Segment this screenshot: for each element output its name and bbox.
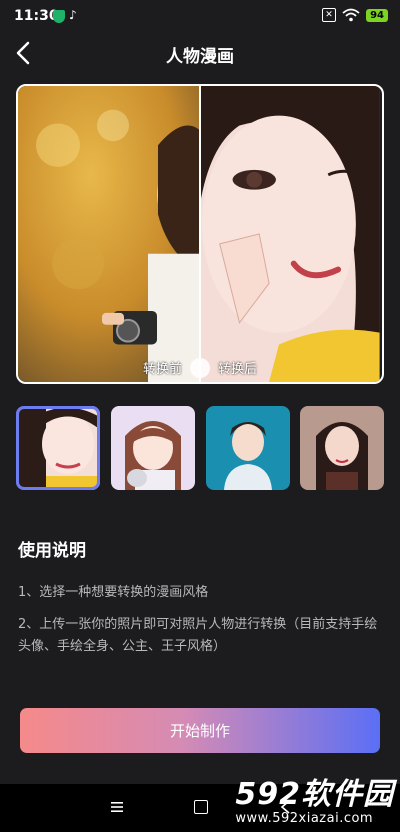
status-icons: ✕ 94 [322,8,388,22]
comparison-divider [199,86,201,382]
before-photo [18,86,200,382]
sim-off-icon: ✕ [322,8,337,22]
instruction-step-2: 2、上传一张你的照片即可对照片人物进行转换（目前支持手绘头像、手绘全身、公主、王… [18,617,378,654]
style-thumbnail-2[interactable] [111,406,195,490]
style-thumbnail-image [16,406,100,490]
slider-handle[interactable] [190,358,210,378]
watermark: 592软件园 www.592xiazai.com [235,777,394,827]
style-thumbnail-3[interactable] [206,406,290,490]
instruction-step-1: 1、选择一种想要转换的漫画风格 [18,585,209,600]
page-title: 人物漫画 [166,47,234,67]
battery-indicator: 94 [366,8,388,22]
style-thumbnail-image [300,406,384,490]
style-selector [16,406,384,492]
watermark-brand: 592软件园 [235,777,394,812]
style-thumbnail-1[interactable] [16,406,100,490]
instructions-title: 使用说明 [18,541,86,561]
wifi-icon [342,8,360,22]
tiktok-icon: ♪ [69,8,77,22]
status-time: 11:30 [14,8,59,24]
after-illustration [200,86,380,382]
start-button[interactable]: 开始制作 [20,708,380,753]
home-icon[interactable] [194,800,208,814]
watermark-url: www.592xiazai.com [235,811,374,826]
style-thumbnail-image [111,406,195,490]
style-thumbnail-image [206,406,290,490]
security-shield-icon [53,10,65,23]
menu-icon[interactable] [110,800,124,814]
before-label: 转换前 [142,362,182,377]
before-after-comparison[interactable]: 转换前 转换后 [16,84,384,384]
style-thumbnail-4[interactable] [300,406,384,490]
status-bar: 11:30 ♪ ✕ 94 [0,0,400,34]
after-label: 转换后 [218,362,258,377]
